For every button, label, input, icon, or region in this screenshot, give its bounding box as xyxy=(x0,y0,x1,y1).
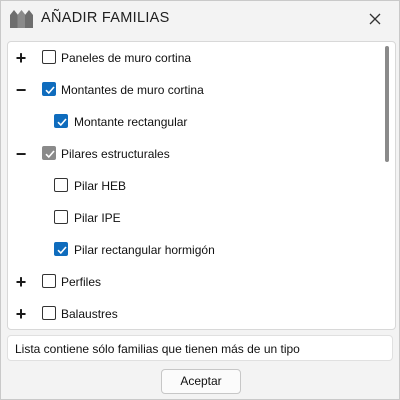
title-bar: AÑADIR FAMILIAS xyxy=(1,1,399,37)
tree-item-label[interactable]: Balaustres xyxy=(61,307,118,321)
close-icon xyxy=(369,13,381,25)
checkbox-pilares-estructurales[interactable] xyxy=(42,146,56,160)
checkbox-pilar-heb[interactable] xyxy=(54,178,68,192)
tree-item-label[interactable]: Paneles de muro cortina xyxy=(61,51,191,65)
close-button[interactable] xyxy=(361,6,389,32)
checkbox-pilar-rectangular-hormigon[interactable] xyxy=(54,242,68,256)
checkmark-icon xyxy=(45,150,55,159)
checkbox-perfiles[interactable] xyxy=(42,274,56,288)
tree-item-pilares-estructurales: − Pilares estructurales xyxy=(8,143,380,167)
tree-item-pilar-heb: Pilar HEB xyxy=(8,175,380,199)
checkmark-icon xyxy=(57,246,67,255)
info-message-box: Lista contiene sólo familias que tienen … xyxy=(7,335,393,361)
expand-icon[interactable]: + xyxy=(14,49,28,67)
checkbox-montante-rectangular[interactable] xyxy=(54,114,68,128)
tree-item-montantes-muro-cortina: − Montantes de muro cortina xyxy=(8,79,380,103)
tree-item-label[interactable]: Montante rectangular xyxy=(74,115,187,129)
family-tree-list[interactable]: + Paneles de muro cortina − Montantes de… xyxy=(7,41,396,330)
tree-item-pilar-ipe: Pilar IPE xyxy=(8,207,380,231)
tree-item-pilar-rectangular-hormigon: Pilar rectangular hormigón xyxy=(8,239,380,263)
add-families-dialog: AÑADIR FAMILIAS + Paneles de muro cortin… xyxy=(0,0,400,400)
info-message: Lista contiene sólo familias que tienen … xyxy=(15,342,300,356)
collapse-icon[interactable]: − xyxy=(14,145,28,163)
tree-item-paneles-muro-cortina: + Paneles de muro cortina xyxy=(8,47,380,71)
checkbox-montantes-muro-cortina[interactable] xyxy=(42,82,56,96)
checkmark-icon xyxy=(45,86,55,95)
collapse-icon[interactable]: − xyxy=(14,81,28,99)
tree-item-label[interactable]: Pilar rectangular hormigón xyxy=(74,243,215,257)
dialog-title: AÑADIR FAMILIAS xyxy=(41,10,170,26)
tree-item-label[interactable]: Pilar IPE xyxy=(74,211,121,225)
tree-item-label[interactable]: Pilares estructurales xyxy=(61,147,170,161)
checkmark-icon xyxy=(57,118,67,127)
checkbox-balaustres[interactable] xyxy=(42,306,56,320)
tree-item-label[interactable]: Pilar HEB xyxy=(74,179,126,193)
expand-icon[interactable]: + xyxy=(14,273,28,291)
tree-item-montante-rectangular: Montante rectangular xyxy=(8,111,380,135)
tree-item-label[interactable]: Montantes de muro cortina xyxy=(61,83,204,97)
tree-item-balaustres: + Balaustres xyxy=(8,303,380,327)
tree-item-perfiles: + Perfiles xyxy=(8,271,380,295)
checkbox-pilar-ipe[interactable] xyxy=(54,210,68,224)
brand-logo-icon xyxy=(10,10,33,28)
expand-icon[interactable]: + xyxy=(14,305,28,323)
checkbox-paneles-muro-cortina[interactable] xyxy=(42,50,56,64)
vertical-scrollbar-thumb[interactable] xyxy=(385,46,389,162)
accept-button[interactable]: Aceptar xyxy=(161,369,241,394)
tree-item-label[interactable]: Perfiles xyxy=(61,275,101,289)
